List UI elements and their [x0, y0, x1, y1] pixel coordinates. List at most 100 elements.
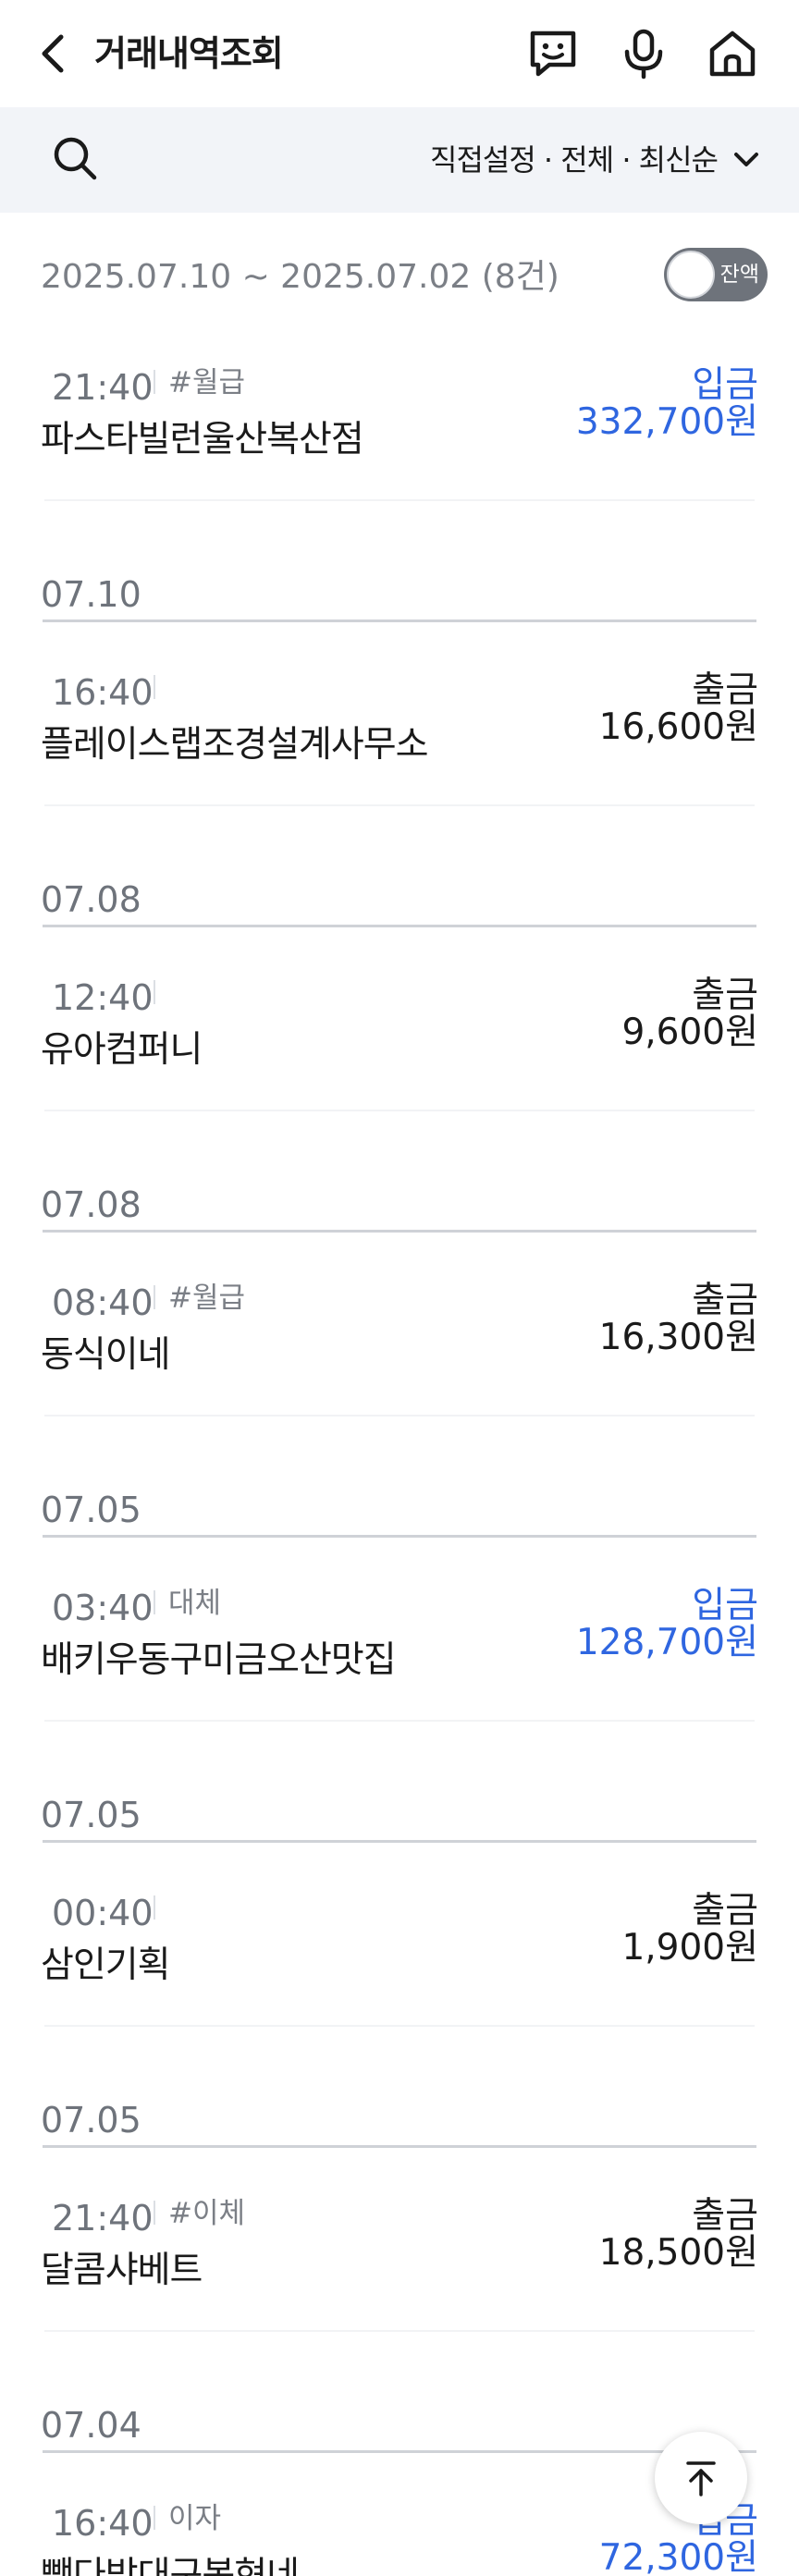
transaction-name: 유아컴퍼니 — [41, 1029, 203, 1071]
row-divider — [44, 2025, 755, 2027]
transaction-time: 21:40 — [52, 367, 154, 408]
transaction-time: 12:40 — [52, 977, 154, 1018]
time-separator — [154, 2201, 155, 2225]
transaction-amount: 9,600원 — [621, 1012, 758, 1053]
transaction-time: 16:40 — [52, 2503, 154, 2544]
transaction-amount: 72,300원 — [598, 2537, 758, 2576]
toggle-label: 잔액 — [719, 263, 759, 287]
time-separator — [154, 2506, 155, 2530]
transaction-time: 08:40 — [52, 1282, 154, 1323]
divider — [43, 2450, 756, 2453]
app-header: 거래내역조회 — [0, 0, 799, 107]
transaction-name: 삼인기획 — [41, 1944, 171, 1986]
date-header: 07.05 — [0, 1788, 799, 1877]
transaction-name: 동식이네 — [41, 1334, 171, 1376]
transaction-row[interactable]: 03:40 대체 배키우동구미금오산맛집 입금 128,700원 — [0, 1572, 799, 1722]
date-label: 07.10 — [41, 574, 141, 615]
time-separator — [154, 675, 155, 699]
transaction-row[interactable]: 12:40 유아컴퍼니 출금 9,600원 — [0, 962, 799, 1111]
time-separator — [154, 980, 155, 1004]
transaction-time: 00:40 — [52, 1893, 154, 1933]
row-divider — [44, 1110, 755, 1111]
date-header: 07.08 — [0, 873, 799, 962]
scroll-top-button[interactable] — [655, 2432, 747, 2524]
transaction-amount: 16,300원 — [598, 1317, 758, 1358]
transaction-row[interactable]: 21:40 #이체 달콤샤베트 출금 18,500원 — [0, 2182, 799, 2332]
chatbot-icon — [530, 31, 576, 77]
divider — [43, 1230, 756, 1233]
date-header: 07.10 — [0, 568, 799, 656]
date-header: 07.05 — [0, 1483, 799, 1572]
chevron-left-icon — [42, 34, 64, 73]
filter-dropdown[interactable]: 직접설정 · 전체 · 최신순 — [430, 133, 762, 187]
page-title: 거래내역조회 — [94, 33, 284, 74]
row-divider — [44, 804, 755, 806]
date-label: 07.05 — [41, 2100, 141, 2141]
transaction-amount: 128,700원 — [575, 1622, 758, 1663]
search-icon — [54, 137, 97, 180]
date-label: 07.05 — [41, 1795, 141, 1835]
transaction-name: 플레이스랩조경설계사무소 — [41, 724, 429, 766]
chevron-down-icon — [734, 153, 758, 166]
filter-label: 직접설정 · 전체 · 최신순 — [430, 142, 719, 178]
voice-search-button[interactable] — [616, 26, 671, 81]
transaction-time: 03:40 — [52, 1588, 154, 1628]
home-button[interactable] — [705, 26, 760, 81]
filter-bar: 직접설정 · 전체 · 최신순 — [0, 107, 799, 213]
transaction-amount: 332,700원 — [575, 401, 758, 443]
search-button[interactable] — [46, 129, 107, 190]
transaction-row[interactable]: 21:40 #월급 파스타빌런울산복산점 입금 332,700원 — [0, 351, 799, 501]
transaction-name: 배키우동구미금오산맛집 — [41, 1639, 397, 1681]
row-divider — [44, 499, 755, 501]
transaction-memo: #월급 — [168, 1282, 246, 1315]
transaction-name: 빽다방대구봉현네 — [41, 2555, 300, 2576]
transaction-amount: 1,900원 — [621, 1927, 758, 1969]
transaction-time: 16:40 — [52, 672, 154, 713]
date-label: 07.04 — [41, 2405, 141, 2446]
time-separator — [154, 1895, 155, 1920]
transaction-time: 21:40 — [52, 2198, 154, 2239]
arrow-up-icon — [686, 2461, 716, 2496]
transaction-amount: 18,500원 — [598, 2232, 758, 2274]
time-separator — [154, 370, 155, 394]
transaction-name: 달콤샤베트 — [41, 2250, 203, 2291]
chatbot-button[interactable] — [525, 26, 581, 81]
date-label: 07.08 — [41, 879, 141, 920]
home-icon — [709, 31, 756, 77]
back-button[interactable] — [33, 28, 78, 80]
transaction-row[interactable]: 00:40 삼인기획 출금 1,900원 — [0, 1877, 799, 2027]
divider — [43, 1535, 756, 1538]
divider — [43, 619, 756, 622]
divider — [43, 925, 756, 927]
row-divider — [44, 1720, 755, 1722]
transaction-memo: #이체 — [168, 2197, 246, 2230]
time-separator — [154, 1285, 155, 1309]
transaction-row[interactable]: 16:40 플레이스랩조경설계사무소 출금 16,600원 — [0, 656, 799, 806]
balance-toggle[interactable]: 잔액 — [664, 248, 768, 301]
transaction-name: 파스타빌런울산복산점 — [41, 419, 364, 460]
row-divider — [44, 1415, 755, 1417]
date-header: 07.05 — [0, 2093, 799, 2182]
row-divider — [44, 2330, 755, 2332]
toggle-knob — [667, 251, 715, 299]
date-label: 07.05 — [41, 1490, 141, 1530]
transaction-memo: #월급 — [168, 366, 246, 399]
date-label: 07.08 — [41, 1184, 141, 1225]
transaction-amount: 16,600원 — [598, 706, 758, 748]
period-summary: 2025.07.10 ~ 2025.07.02 (8건) — [41, 258, 559, 296]
date-header: 07.08 — [0, 1178, 799, 1267]
transaction-memo: 대체 — [168, 1587, 222, 1620]
transaction-row[interactable]: 08:40 #월급 동식이네 출금 16,300원 — [0, 1267, 799, 1417]
transaction-memo: 이자 — [168, 2502, 222, 2535]
divider — [43, 1840, 756, 1843]
transaction-list: 21:40 #월급 파스타빌런울산복산점 입금 332,700원 07.10 16:40 플레… — [0, 351, 799, 2576]
divider — [43, 2145, 756, 2148]
microphone-icon — [624, 29, 663, 80]
